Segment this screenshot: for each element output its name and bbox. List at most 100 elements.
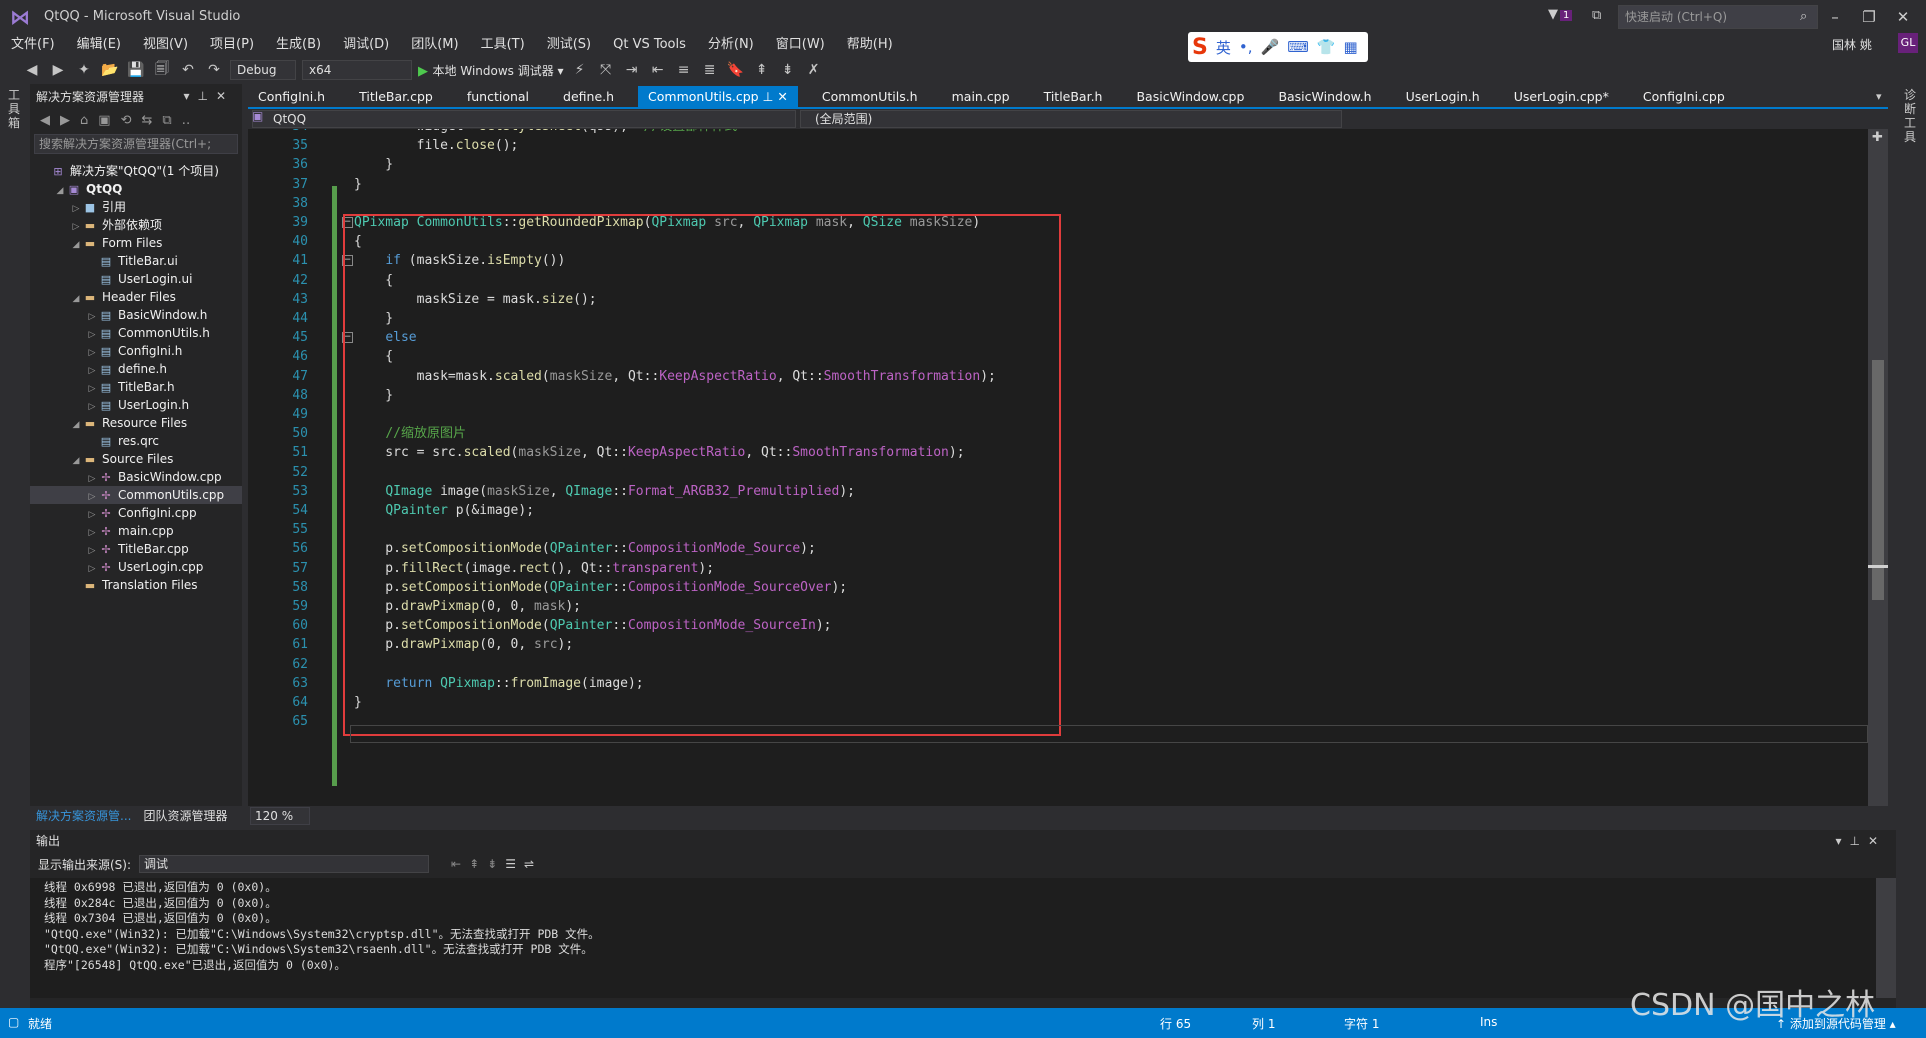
attach-icon[interactable]: ⚡	[570, 62, 590, 78]
split-editor-icon[interactable]: ✚	[1872, 130, 1883, 145]
document-tab[interactable]: CommonUtils.cpp ⊥ ✕	[638, 86, 798, 108]
close-icon[interactable]: ✕	[1868, 834, 1886, 848]
grid-menu-icon[interactable]: ▦	[1344, 38, 1358, 56]
menu-item[interactable]: 窗口(W)	[765, 34, 836, 56]
dropdown-icon[interactable]: ▾	[1835, 834, 1849, 848]
dropdown-icon[interactable]: ▾	[183, 89, 197, 103]
collapse-all-icon[interactable]: ⧉	[162, 113, 171, 128]
open-file-icon[interactable]: 📂	[100, 62, 120, 78]
project-dropdown[interactable]: QtQQ	[252, 110, 796, 128]
more-icon[interactable]: ‥	[182, 113, 191, 128]
word-wrap-icon[interactable]: ⇌	[524, 857, 534, 871]
clear-all-icon[interactable]: ☰	[505, 857, 516, 871]
menu-item[interactable]: 分析(N)	[697, 34, 765, 56]
tree-item[interactable]: ▬ Translation Files	[30, 576, 242, 594]
menu-item[interactable]: 编辑(E)	[66, 34, 132, 56]
tree-item[interactable]: ▷ ✢ ConfigIni.cpp	[30, 504, 242, 522]
next-bookmark-icon[interactable]: ⇟	[778, 62, 798, 78]
tree-item[interactable]: ▷ ▤ UserLogin.h	[30, 396, 242, 414]
start-debugging-button[interactable]: ▶ 本地 Windows 调试器 ▾	[418, 62, 564, 79]
forward-icon[interactable]: ▶	[48, 62, 68, 78]
tree-item[interactable]: ◢ ▬ Header Files	[30, 288, 242, 306]
solution-bottom-tab[interactable]: 解决方案资源管...	[30, 806, 137, 826]
menu-item[interactable]: 工具(T)	[470, 34, 536, 56]
menu-item[interactable]: 项目(P)	[199, 34, 265, 56]
prev-message-icon[interactable]: ⇞	[469, 857, 479, 871]
notification-filter-icon[interactable]: ▼ 1	[1548, 7, 1573, 22]
tree-item[interactable]: ▤ TitleBar.ui	[30, 252, 242, 270]
tree-item[interactable]: ▷ ▤ ConfigIni.h	[30, 342, 242, 360]
tab-overflow-icon[interactable]: ▾	[1876, 90, 1882, 103]
close-tab-icon[interactable]: ✕	[777, 89, 787, 104]
next-message-icon[interactable]: ⇟	[487, 857, 497, 871]
find-icon[interactable]: ⤧	[596, 62, 616, 78]
comment-icon[interactable]: ≡	[674, 62, 694, 78]
tree-item[interactable]: ◢ ▬ Form Files	[30, 234, 242, 252]
solution-search-input[interactable]: 搜索解决方案资源管理器(Ctrl+;	[34, 134, 238, 154]
undo-icon[interactable]: ↶	[178, 62, 198, 78]
scope-dropdown[interactable]: (全局范围)	[800, 110, 1342, 128]
tree-item[interactable]: ◢ ▬ Resource Files	[30, 414, 242, 432]
avatar[interactable]: GL	[1898, 33, 1918, 53]
skin-icon[interactable]: 👕	[1317, 38, 1336, 56]
code-line[interactable]: }	[354, 175, 362, 194]
tree-item[interactable]: ▷ ▤ CommonUtils.h	[30, 324, 242, 342]
toolbox-tab[interactable]: 工具箱	[8, 88, 22, 130]
tree-item[interactable]: ▷ ▬ 外部依赖项	[30, 216, 242, 234]
history-icon[interactable]: ⟲	[121, 113, 132, 128]
keyboard-icon[interactable]: ⌨	[1287, 38, 1309, 56]
clear-bookmarks-icon[interactable]: ✗	[804, 62, 824, 78]
sync-icon[interactable]: ⇆	[141, 113, 152, 128]
output-text[interactable]: 线程 0x6998 已退出,返回值为 0 (0x0)。 线程 0x284c 已退出…	[30, 878, 1876, 998]
new-project-icon[interactable]: ✦	[74, 62, 94, 78]
document-tab[interactable]: UserLogin.h	[1396, 86, 1490, 108]
close-icon[interactable]: ✕	[216, 89, 234, 103]
output-scrollbar[interactable]	[1876, 878, 1896, 998]
code-line[interactable]: file.close();	[354, 136, 519, 155]
status-column[interactable]: 列 1	[1252, 1015, 1275, 1032]
status-char[interactable]: 字符 1	[1344, 1015, 1379, 1032]
minimize-button[interactable]: –	[1818, 6, 1852, 28]
status-line[interactable]: 行 65	[1160, 1015, 1191, 1032]
find-message-icon[interactable]: ⇤	[451, 857, 461, 871]
document-tab[interactable]: ConfigIni.cpp	[1633, 86, 1735, 108]
feedback-icon[interactable]: ⧉	[1592, 8, 1601, 23]
home-icon[interactable]: ⌂	[80, 113, 88, 128]
menu-item[interactable]: 团队(M)	[400, 34, 469, 56]
pin-icon[interactable]: ⊥	[1849, 834, 1867, 848]
document-tab[interactable]: BasicWindow.cpp	[1126, 86, 1254, 108]
back-icon[interactable]: ◀	[22, 62, 42, 78]
document-tab[interactable]: define.h	[553, 86, 624, 108]
menu-item[interactable]: Qt VS Tools	[602, 34, 697, 56]
configuration-select[interactable]: Debug	[230, 60, 296, 80]
user-name[interactable]: 国林 姚	[1832, 36, 1872, 53]
diagnostic-tools-tab[interactable]: 诊断工具	[1904, 88, 1918, 144]
quick-launch-input[interactable]: 快速启动 (Ctrl+Q)	[1618, 5, 1818, 29]
save-icon[interactable]: 💾	[126, 62, 146, 78]
tree-item[interactable]: ▤ UserLogin.ui	[30, 270, 242, 288]
menu-item[interactable]: 视图(V)	[132, 34, 199, 56]
microphone-icon[interactable]: 🎤	[1261, 38, 1280, 56]
menu-item[interactable]: 帮助(H)	[836, 34, 904, 56]
pin-icon[interactable]: ⊥	[759, 89, 778, 104]
uncomment-icon[interactable]: ≣	[700, 62, 720, 78]
forward-icon[interactable]: ▶	[60, 113, 70, 128]
prev-bookmark-icon[interactable]: ⇞	[752, 62, 772, 78]
document-tab[interactable]: CommonUtils.h	[812, 86, 928, 108]
tree-item[interactable]: ▷ ✢ CommonUtils.cpp	[30, 486, 242, 504]
document-tab[interactable]: TitleBar.cpp	[349, 86, 443, 108]
close-window-button[interactable]: ✕	[1886, 6, 1920, 28]
solution-bottom-tab[interactable]: 团队资源管理器	[137, 806, 233, 826]
document-tab[interactable]: ConfigIni.h	[248, 86, 335, 108]
tree-item[interactable]: ◢ ▬ Source Files	[30, 450, 242, 468]
punctuation-icon[interactable]: •,	[1239, 38, 1253, 56]
menu-item[interactable]: 测试(S)	[536, 34, 602, 56]
tree-item[interactable]: ▷ ✢ TitleBar.cpp	[30, 540, 242, 558]
indent-icon[interactable]: ⇥	[622, 62, 642, 78]
tree-item[interactable]: ◢ ▣ QtQQ	[30, 180, 242, 198]
pin-icon[interactable]: ⊥	[197, 89, 215, 103]
bookmark-icon[interactable]: 🔖	[726, 62, 746, 78]
switch-views-icon[interactable]: ▣	[98, 113, 110, 128]
code-line[interactable]: }	[354, 155, 393, 174]
outdent-icon[interactable]: ⇤	[648, 62, 668, 78]
